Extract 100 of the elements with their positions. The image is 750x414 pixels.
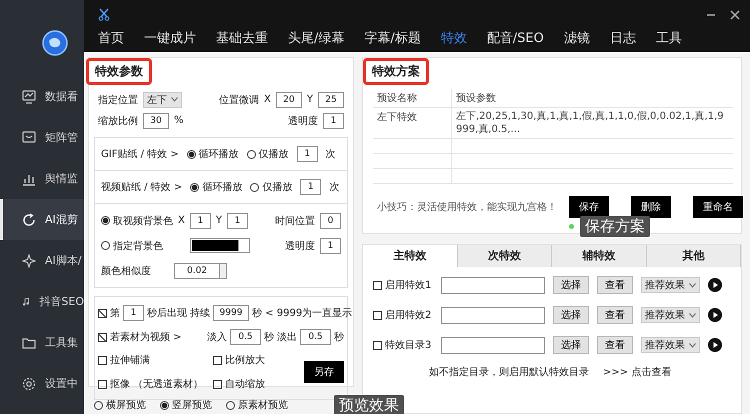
refresh-icon: [22, 212, 36, 226]
table-cell-text: 左下特效: [376, 110, 418, 125]
radio-button[interactable]: 取视频背景色: [101, 214, 173, 228]
action-button[interactable]: 保存: [569, 196, 609, 218]
section-title: 特效参数: [86, 58, 152, 85]
input-field[interactable]: 20: [276, 92, 302, 108]
radio-button[interactable]: 循环播放: [186, 147, 239, 161]
checkbox[interactable]: 第: [98, 306, 120, 320]
color-picker[interactable]: [190, 238, 250, 253]
nav-tab[interactable]: 字幕/标题: [354, 27, 431, 55]
action-button[interactable]: 删除: [631, 196, 671, 218]
play-icon: [708, 338, 722, 352]
tab[interactable]: 其他: [646, 245, 741, 267]
radio-button[interactable]: 横屏预览: [94, 398, 146, 412]
label-text: 秒: [264, 330, 274, 344]
input-field[interactable]: [441, 336, 545, 354]
choose-button[interactable]: 选择: [553, 336, 589, 354]
sidebar-item[interactable]: AI混剪: [0, 199, 84, 240]
label-text: Y: [216, 215, 222, 226]
checkbox[interactable]: 拉伸铺满: [98, 353, 204, 367]
nav-tab[interactable]: 滤镜: [554, 27, 600, 55]
caret-icon: [171, 97, 178, 102]
label-text: 淡出: [277, 330, 297, 344]
nav-tab[interactable]: 工具: [646, 27, 692, 55]
input-field[interactable]: [441, 276, 545, 294]
input-field[interactable]: 1: [190, 212, 211, 228]
input-field[interactable]: 1: [296, 146, 318, 162]
radio-button[interactable]: 仅播放: [246, 147, 289, 161]
input-field[interactable]: 9999: [213, 305, 249, 321]
tooltip: 保存方案: [580, 216, 650, 237]
tooltip: 预览效果: [334, 394, 404, 414]
input-field[interactable]: 1: [323, 112, 344, 128]
view-button[interactable]: 查看: [597, 276, 633, 294]
choose-button[interactable]: 选择: [553, 306, 589, 324]
save-as-button[interactable]: 另存: [304, 361, 344, 383]
dropdown[interactable]: 推荐效果: [641, 277, 700, 293]
tab[interactable]: 辅特效: [552, 245, 646, 267]
nav-tab[interactable]: 头尾/绿幕: [278, 27, 354, 55]
label-text: 位置微调: [219, 94, 260, 106]
nav-tab[interactable]: 基础去重: [206, 27, 278, 55]
tab[interactable]: 主特效: [363, 245, 458, 267]
input-field[interactable]: 0: [320, 212, 341, 228]
label-text: 次: [329, 181, 340, 194]
input-field[interactable]: [441, 306, 545, 324]
nav-tab[interactable]: 一键成片: [134, 27, 206, 55]
tip-text: 小技巧：灵活使用特效，能实现九宫格！: [377, 200, 557, 214]
checkbox[interactable]: 若素材为视频 >: [98, 330, 182, 344]
label-text: 秒后出现: [147, 306, 187, 320]
dot-icon: [569, 224, 574, 229]
view-button[interactable]: 查看: [597, 336, 633, 354]
nav-tab[interactable]: 日志: [600, 27, 646, 55]
number-spinner[interactable]: 0.02: [174, 262, 228, 278]
close-icon: [730, 10, 740, 20]
label-text: 缩放比例: [98, 114, 138, 128]
label-text: 秒 < 9999为一直显示: [252, 306, 352, 320]
play-icon: [708, 278, 722, 292]
sidebar-item[interactable]: 舆情监: [0, 158, 84, 199]
label-text: 秒: [334, 330, 344, 344]
checkbox[interactable]: 抠像 （无透道素材）: [98, 377, 204, 391]
checkbox[interactable]: 启用特效1: [373, 278, 433, 292]
input-field[interactable]: 1: [300, 179, 322, 195]
label-text: 指定位置: [98, 94, 138, 106]
label-text: 视频贴纸 / 特效 >: [101, 180, 182, 194]
radio-button[interactable]: 循环播放: [190, 180, 242, 194]
view-button[interactable]: 查看: [597, 306, 633, 324]
nav-tab[interactable]: 配音/SEO: [476, 27, 554, 55]
checkbox[interactable]: 比例放大: [213, 353, 266, 367]
dropdown[interactable]: 推荐效果: [641, 337, 700, 353]
input-field[interactable]: 1: [226, 212, 248, 228]
input-field[interactable]: 1: [320, 238, 341, 254]
action-button[interactable]: 重命名: [693, 196, 743, 218]
input-field[interactable]: 25: [318, 92, 344, 108]
radio-button[interactable]: 指定背景色: [101, 238, 163, 252]
checkbox[interactable]: 特效目录3: [373, 338, 433, 352]
input-field[interactable]: 1: [123, 305, 144, 321]
sidebar-item[interactable]: 工具集: [0, 322, 84, 363]
input-field[interactable]: 30: [143, 112, 169, 128]
sidebar-item[interactable]: 设置中: [0, 363, 84, 404]
link[interactable]: >>> 点击查看: [603, 365, 672, 379]
choose-button[interactable]: 选择: [553, 276, 589, 294]
radio-button[interactable]: 竖屏预览: [160, 398, 212, 412]
input-field[interactable]: 0.5: [230, 329, 261, 345]
sidebar-item[interactable]: 矩阵管: [0, 117, 84, 158]
screen-icon: [22, 130, 36, 144]
sidebar-item[interactable]: AI脚本/: [0, 240, 84, 281]
checkbox[interactable]: 启用特效2: [373, 308, 433, 322]
label-text: 颜色相似度: [101, 264, 151, 278]
input-field[interactable]: 0.5: [300, 329, 331, 345]
sidebar-item[interactable]: 数据看: [0, 76, 84, 117]
caret-icon: [689, 282, 696, 288]
checkbox[interactable]: 自动缩放: [213, 377, 266, 391]
tab[interactable]: 次特效: [458, 245, 552, 267]
dropdown[interactable]: 推荐效果: [641, 307, 700, 323]
sidebar-item[interactable]: 抖音SEO: [0, 281, 84, 322]
dropdown[interactable]: 左下: [143, 92, 182, 108]
nav-tab[interactable]: 首页: [88, 27, 134, 55]
sparkle-icon: [22, 254, 36, 268]
radio-button[interactable]: 原素材预览: [226, 398, 288, 412]
radio-button[interactable]: 仅播放: [250, 180, 292, 194]
label-text: 透明度: [288, 114, 318, 128]
